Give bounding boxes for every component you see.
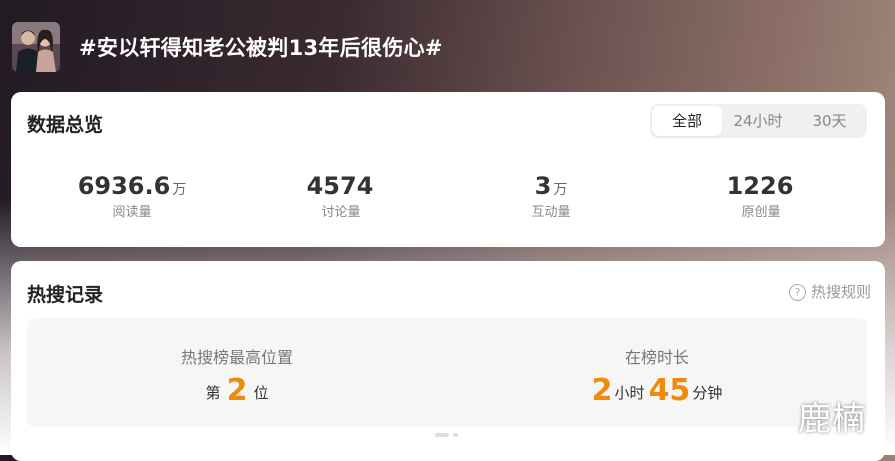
peak-position-label: 热搜榜最高位置 xyxy=(180,348,293,367)
tab-all[interactable]: 全部 xyxy=(652,106,722,136)
rules-link-label: 热搜规则 xyxy=(810,283,871,301)
stat-value: 4574 xyxy=(306,172,374,200)
hot-search-rules-link[interactable]: ? 热搜规则 xyxy=(788,281,871,302)
peak-suffix: 位 xyxy=(253,384,269,402)
peak-position-value: 第2位 xyxy=(27,373,447,408)
duration-minutes-unit: 分钟 xyxy=(692,384,723,402)
topic-header: #安以轩得知老公被判13年后很伤心# xyxy=(0,0,895,92)
stat-reads: 6936.6 万 阅读量 xyxy=(32,172,232,220)
hot-search-record-box: 热搜榜最高位置 第2位 在榜时长 2 小时 45 分钟 xyxy=(27,318,867,427)
watermark: 鹿楠 xyxy=(798,399,866,438)
page-dot xyxy=(453,433,458,437)
stat-value: 1226 xyxy=(726,172,794,200)
topic-avatar[interactable] xyxy=(12,22,60,72)
question-circle-icon: ? xyxy=(788,284,806,301)
time-range-tabs: 全部 24小时 30天 xyxy=(650,104,867,138)
stat-label: 讨论量 xyxy=(321,205,361,220)
stat-unit: 万 xyxy=(172,182,187,198)
stat-label: 阅读量 xyxy=(112,205,152,220)
peak-position-block: 热搜榜最高位置 第2位 xyxy=(27,318,447,427)
peak-number: 2 xyxy=(226,373,248,408)
stat-unit: 万 xyxy=(553,182,568,198)
page-indicator xyxy=(435,433,462,452)
stat-interactions: 3万 互动量 xyxy=(451,172,651,220)
tab-30d[interactable]: 30天 xyxy=(794,106,865,136)
stat-value: 6936.6 xyxy=(77,172,171,200)
duration-minutes: 45 xyxy=(648,373,691,408)
tab-24h[interactable]: 24小时 xyxy=(722,106,794,136)
hot-search-title: 热搜记录 xyxy=(27,284,104,306)
duration-hours-unit: 小时 xyxy=(614,384,645,402)
overview-title: 数据总览 xyxy=(27,114,104,136)
stat-originals: 1226 原创量 xyxy=(661,172,861,220)
topic-title: #安以轩得知老公被判13年后很伤心# xyxy=(79,36,443,60)
duration-hours: 2 xyxy=(591,373,613,408)
stat-label: 互动量 xyxy=(531,205,571,220)
duration-label: 在榜时长 xyxy=(624,348,689,367)
stat-value: 3 xyxy=(534,172,552,200)
peak-prefix: 第 xyxy=(205,384,221,402)
overview-card: 数据总览 全部 24小时 30天 6936.6 万 阅读量 4574 讨论量 3万… xyxy=(11,92,885,247)
page-dot-active xyxy=(435,433,449,437)
stat-discussions: 4574 讨论量 xyxy=(241,172,441,220)
stat-label: 原创量 xyxy=(741,205,781,220)
hot-search-card: 热搜记录 ? 热搜规则 热搜榜最高位置 第2位 在榜时长 2 小时 45 分钟 xyxy=(11,261,885,461)
topic-avatar-photo xyxy=(12,22,60,72)
